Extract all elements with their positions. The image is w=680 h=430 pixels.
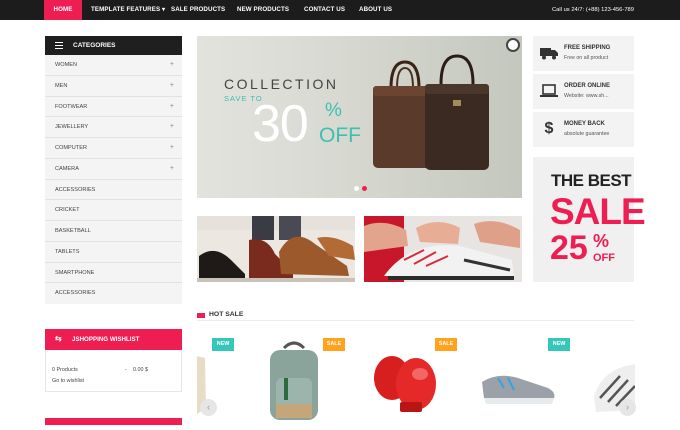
best-sale-banner[interactable]: THE BEST SALE 25 % OFF — [533, 157, 646, 282]
feature-subtitle: Website: www.sh... — [564, 93, 609, 99]
category-label: FOOTWEAR — [55, 103, 88, 110]
category-label: JEWELLERY — [55, 124, 89, 131]
slider-dot-1[interactable] — [354, 186, 359, 191]
hot-sale-title: HOT SALE — [209, 311, 244, 318]
backpack-image — [270, 341, 318, 420]
expand-icon[interactable]: + — [170, 138, 174, 159]
running-shoe-image — [482, 375, 555, 404]
category-item[interactable]: WOMEN + — [45, 55, 182, 76]
category-label: TABLETS — [55, 248, 80, 255]
new-badge: NEW — [548, 338, 570, 351]
product-backpack[interactable] — [262, 338, 326, 425]
next-widget-header — [45, 418, 182, 425]
best-sale-off: OFF — [593, 252, 615, 264]
category-label: BASKETBALL — [55, 228, 91, 234]
sneaker-lacing-image — [364, 216, 520, 282]
product-boxing-gloves[interactable] — [370, 338, 442, 425]
feature-subtitle: Free on all product — [564, 55, 609, 61]
expand-icon[interactable]: + — [170, 159, 174, 180]
category-label: MEN — [55, 82, 68, 89]
slideshow-control-icon[interactable] — [506, 38, 520, 52]
category-item[interactable]: BASKETBALL — [45, 221, 182, 242]
menu-icon — [55, 42, 63, 49]
feature-money-back: $ MONEY BACK absolute guarantee — [533, 112, 634, 147]
categories-title: CATEGORIES — [73, 42, 116, 49]
category-item[interactable]: ACCESSORIES — [45, 283, 182, 304]
sale-badge: SALE — [323, 338, 345, 351]
feature-order-online: ORDER ONLINE Website: www.sh... — [533, 74, 634, 109]
expand-icon[interactable]: + — [170, 55, 174, 76]
wishlist-title: JSHOPPING WISHLIST — [72, 336, 140, 343]
category-item[interactable]: CRICKET — [45, 200, 182, 221]
category-label: SMARTPHONE — [55, 269, 95, 276]
category-item[interactable]: ACCESSORIES — [45, 180, 182, 201]
banner-percent: % — [325, 100, 342, 121]
slider-dot-2[interactable] — [362, 186, 367, 191]
expand-icon[interactable]: + — [170, 76, 174, 97]
nav-about-us[interactable]: ABOUT US — [359, 0, 392, 20]
categories-list: WOMEN + MEN + FOOTWEAR + JEWELLERY + COMPUTE… — [45, 55, 182, 304]
banner-off-text: OFF — [319, 124, 361, 147]
nav-home[interactable]: HOME — [44, 0, 82, 20]
promo-shoes-banner[interactable] — [197, 216, 355, 282]
expand-icon[interactable]: + — [170, 117, 174, 138]
laptop-icon — [540, 84, 558, 98]
feature-title: ORDER ONLINE — [564, 83, 611, 89]
hot-sale-marker — [197, 313, 205, 318]
promo-sneakers-banner[interactable] — [364, 216, 522, 282]
best-sale-heading: THE BEST — [551, 171, 632, 190]
wishlist-amount: 0.00 $ — [133, 367, 148, 373]
hero-banner[interactable]: COLLECTION SAVE TO 30 % OFF — [197, 36, 522, 198]
banner-collection-text: COLLECTION — [224, 76, 339, 92]
category-label: ACCESSORIES — [55, 186, 96, 193]
category-label: ACCESSORIES — [55, 290, 96, 297]
category-item[interactable]: MEN + — [45, 76, 182, 97]
feature-subtitle: absolute guarantee — [564, 131, 610, 137]
wishlist-count: 0 Products — [52, 367, 78, 373]
category-label: CAMERA — [55, 165, 79, 172]
category-item[interactable]: SMARTPHONE — [45, 263, 182, 284]
wishlist-separator: - — [125, 367, 127, 373]
feature-title: FREE SHIPPING — [564, 45, 611, 51]
wishlist-icon: ⇆ — [55, 334, 62, 343]
best-sale-number: 25 — [550, 229, 588, 267]
sale-badge: SALE — [435, 338, 457, 351]
new-badge: NEW — [212, 338, 234, 351]
nav-new-products[interactable]: NEW PRODUCTS — [237, 0, 289, 20]
best-sale-word: SALE — [550, 191, 646, 232]
category-item[interactable]: CAMERA + — [45, 159, 182, 180]
wishlist-header: ⇆ JSHOPPING WISHLIST — [45, 329, 182, 350]
category-label: CRICKET — [55, 207, 80, 214]
wishlist-body: 0 Products - 0.00 $ Go to wishlist — [45, 350, 182, 392]
categories-header[interactable]: CATEGORIES — [45, 36, 182, 55]
banner-discount-number: 30 — [252, 95, 309, 153]
category-item[interactable]: TABLETS — [45, 242, 182, 263]
best-sale-percent: % — [593, 231, 610, 251]
nav-template-features[interactable]: TEMPLATE FEATURES ▾ — [91, 0, 165, 20]
nav-sale-products[interactable]: SALE PRODUCTS — [171, 0, 225, 20]
product-running-shoe[interactable] — [478, 338, 558, 425]
slider-prev-button[interactable]: ‹ — [200, 399, 217, 416]
slider-next-button[interactable]: › — [619, 399, 636, 416]
boxing-gloves-image — [374, 356, 436, 412]
feature-free-shipping: FREE SHIPPING Free on all product — [533, 36, 634, 71]
feature-title: MONEY BACK — [564, 121, 605, 127]
top-navigation: HOME TEMPLATE FEATURES ▾ SALE PRODUCTS N… — [0, 0, 680, 20]
hot-sale-divider — [197, 320, 634, 321]
category-label: WOMEN — [55, 62, 78, 68]
nav-contact-us[interactable]: CONTACT US — [304, 0, 345, 20]
category-label: COMPUTER — [55, 145, 88, 151]
go-to-wishlist-link[interactable]: Go to wishlist — [52, 378, 84, 384]
leather-bags-image — [373, 54, 489, 170]
expand-icon[interactable]: + — [170, 97, 174, 118]
category-item[interactable]: COMPUTER + — [45, 138, 182, 159]
shoes-image — [197, 216, 355, 282]
call-us-text: Call us 24/7: (+88) 123-456-789 — [551, 7, 634, 13]
truck-icon — [540, 46, 558, 60]
category-item[interactable]: FOOTWEAR + — [45, 97, 182, 118]
category-item[interactable]: JEWELLERY + — [45, 117, 182, 138]
dollar-icon: $ — [544, 120, 554, 137]
